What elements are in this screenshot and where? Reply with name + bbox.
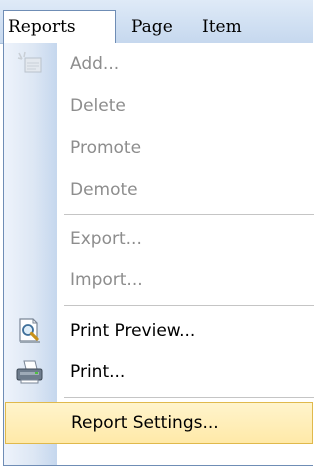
menu-item-export[interactable]: Export...	[4, 218, 314, 260]
menu-item-import[interactable]: Import...	[4, 259, 314, 301]
print-preview-icon	[16, 317, 44, 345]
menu-item[interactable]: Item	[196, 10, 248, 44]
menu-separator	[64, 305, 314, 307]
menu-item-add[interactable]: Add...	[4, 43, 314, 85]
menu-item-promote-label: Promote	[70, 138, 142, 158]
menu-item-add-label: Add...	[70, 54, 120, 74]
menu-item-export-label: Export...	[70, 229, 142, 249]
menu-item-promote[interactable]: Promote	[4, 127, 314, 169]
printer-icon	[16, 358, 44, 386]
menu-item-delete[interactable]: Delete	[4, 85, 314, 127]
menu-item-import-label: Import...	[70, 270, 143, 290]
menu-separator	[64, 214, 314, 216]
menu-page[interactable]: Page	[125, 10, 179, 44]
menu-item-print[interactable]: Print...	[4, 351, 314, 393]
menu-item-print-label: Print...	[70, 362, 126, 382]
menu-item-print-preview-label: Print Preview...	[70, 321, 196, 341]
menu-item-report-settings-label: Report Settings...	[71, 413, 219, 433]
menu-bar: Reports Page Item	[0, 0, 313, 44]
app-window: Reports Page Item Add... Delete Promote	[0, 0, 314, 466]
menu-reports[interactable]: Reports	[3, 10, 116, 44]
menu-item-demote-label: Demote	[70, 180, 138, 200]
menu-item-delete-label: Delete	[70, 96, 126, 116]
add-report-icon	[16, 50, 44, 78]
menu-separator	[64, 397, 314, 399]
menu-item-demote[interactable]: Demote	[4, 169, 314, 211]
menu-item-print-preview[interactable]: Print Preview...	[4, 310, 314, 352]
reports-dropdown-menu: Add... Delete Promote Demote Export... I…	[3, 43, 314, 466]
menu-item-report-settings[interactable]: Report Settings...	[5, 402, 313, 444]
